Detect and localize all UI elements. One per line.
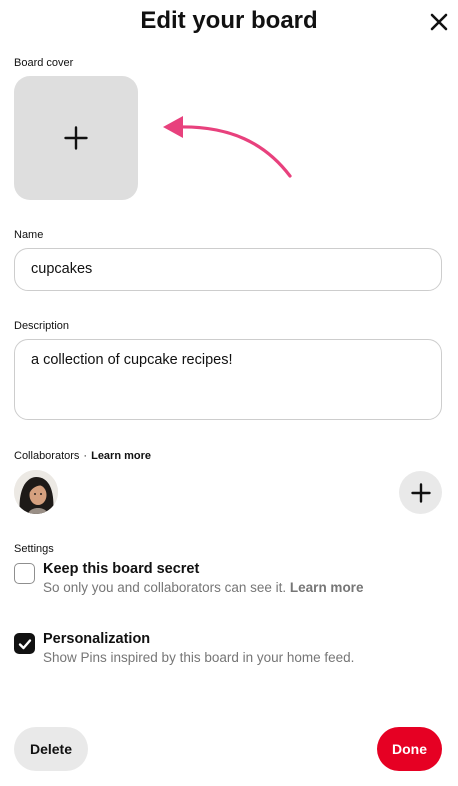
delete-button[interactable]: Delete <box>14 727 88 771</box>
name-field[interactable]: cupcakes <box>14 248 442 291</box>
description-field[interactable]: a collection of cupcake recipes! <box>14 339 442 420</box>
done-button[interactable]: Done <box>377 727 442 771</box>
arrow-annotation <box>163 116 292 178</box>
avatar-image <box>14 470 58 514</box>
plus-icon <box>64 126 88 150</box>
board-cover-label: Board cover <box>14 57 74 69</box>
board-cover-add-button[interactable] <box>14 76 138 200</box>
close-icon <box>430 13 448 31</box>
secret-setting-description-text: So only you and collaborators can see it… <box>43 580 287 595</box>
description-label: Description <box>14 320 70 332</box>
secret-setting-description: So only you and collaborators can see it… <box>43 580 363 595</box>
add-collaborator-button[interactable] <box>399 471 442 514</box>
personalization-checkbox[interactable] <box>14 633 35 654</box>
separator-dot: · <box>83 450 88 462</box>
name-label: Name <box>14 229 44 241</box>
checkmark-icon <box>18 638 31 649</box>
collaborators-label: Collaborators · Learn more <box>14 450 151 462</box>
personalization-setting-description: Show Pins inspired by this board in your… <box>43 650 355 665</box>
collaborators-learn-more-link[interactable]: Learn more <box>91 450 151 462</box>
secret-setting-title: Keep this board secret <box>43 561 200 577</box>
avatar[interactable] <box>14 470 58 514</box>
plus-icon <box>410 482 431 503</box>
collaborators-label-text: Collaborators <box>14 450 80 462</box>
close-button[interactable] <box>425 8 453 36</box>
personalization-setting-title: Personalization <box>43 631 151 647</box>
settings-label: Settings <box>14 543 54 555</box>
secret-learn-more-link[interactable]: Learn more <box>290 580 364 595</box>
page-title: Edit your board <box>140 7 318 34</box>
secret-checkbox[interactable] <box>14 563 35 584</box>
